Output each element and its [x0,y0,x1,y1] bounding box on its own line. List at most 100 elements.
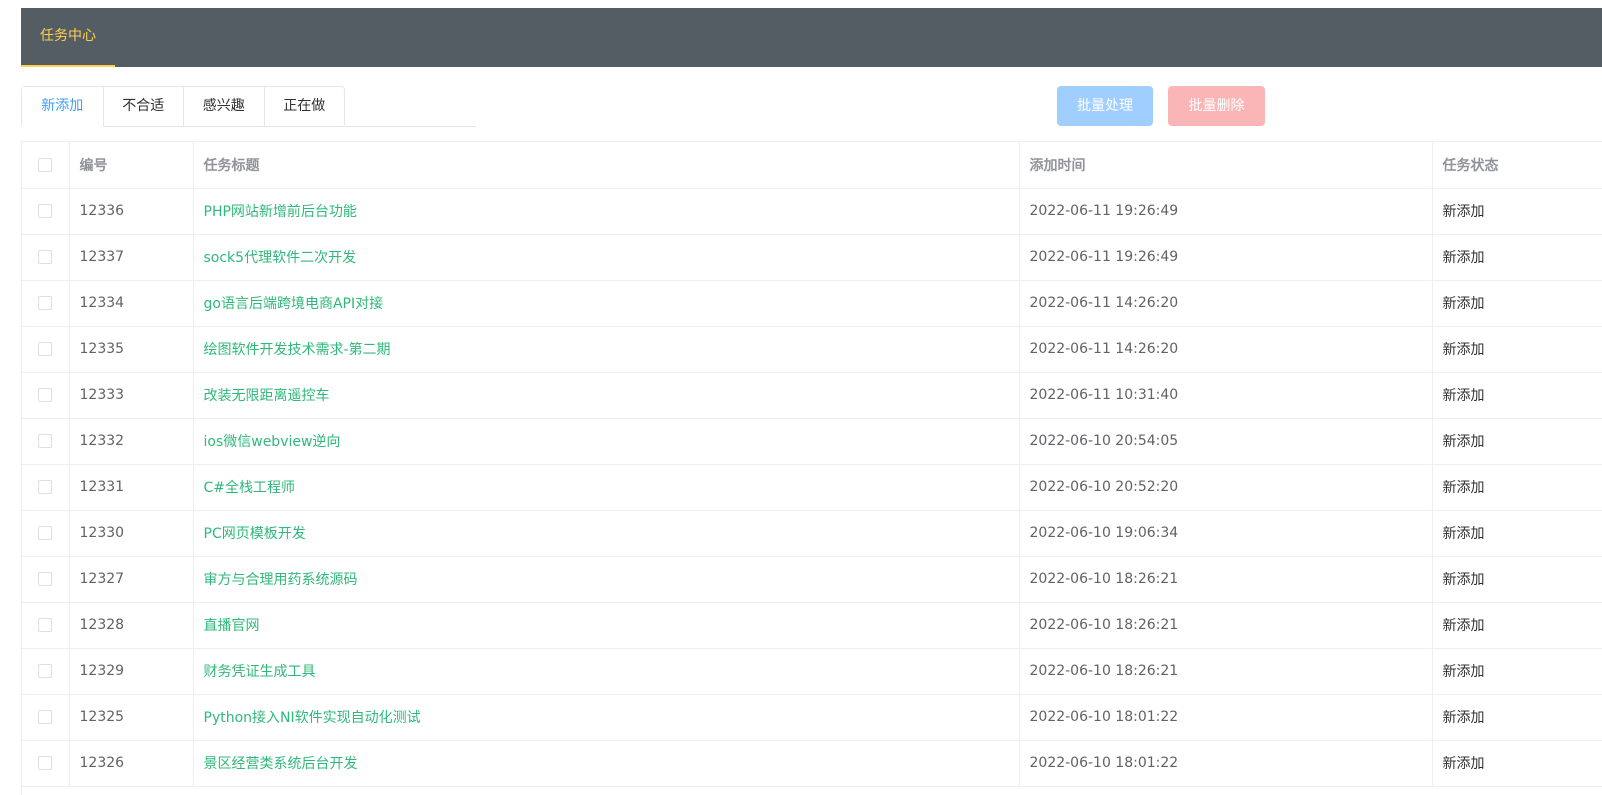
table-row[interactable]: 12334 go语言后端跨境电商API对接 2022-06-11 14:26:20 新… [22,280,1602,327]
task-id-cell: 12329 [69,648,194,695]
task-title-link[interactable]: Python接入NI软件实现自动化测试 [193,694,1020,741]
table-row[interactable]: 12327 审方与合理用药系统源码 2022-06-10 18:26:21 新添加 [22,556,1602,603]
header-title: 任务标题 [193,142,1020,189]
task-status-cell: 新添加 [1432,602,1602,649]
task-title-link[interactable]: 景区经营类系统后台开发 [193,740,1020,787]
row-select-cell [22,648,70,695]
task-status-cell: 新添加 [1432,280,1602,327]
tab-2[interactable]: 感兴趣 [183,87,264,126]
header-id: 编号 [69,142,194,189]
table-row[interactable]: 12337 sock5代理软件二次开发 2022-06-11 19:26:49 新添加 [22,234,1602,281]
table-row[interactable]: 12328 直播官网 2022-06-10 18:26:21 新添加 [22,602,1602,649]
table-row[interactable]: 12329 财务凭证生成工具 2022-06-10 18:26:21 新添加 [22,648,1602,695]
top-nav-bar: 任务中心 [21,8,1602,67]
header-time: 添加时间 [1019,142,1433,189]
task-title-link[interactable]: 直播官网 [193,602,1020,649]
row-checkbox[interactable] [38,664,53,678]
status-tabs: 新添加 不合适 感兴趣 正在做 [21,86,476,127]
table-row[interactable]: 12332 ios微信webview逆向 2022-06-10 20:54:05 新添… [22,418,1602,465]
task-time-cell: 2022-06-11 19:26:49 [1019,234,1433,281]
row-select-cell [22,694,70,741]
task-title-link[interactable]: ios微信webview逆向 [193,418,1020,465]
row-checkbox[interactable] [38,250,53,264]
task-status-cell: 新添加 [1432,234,1602,281]
task-time-cell: 2022-06-10 18:26:21 [1019,556,1433,603]
row-checkbox[interactable] [38,342,53,356]
task-title-link[interactable]: go语言后端跨境电商API对接 [193,280,1020,327]
task-time-cell: 2022-06-11 19:26:49 [1019,188,1433,235]
table-row[interactable]: 12326 景区经营类系统后台开发 2022-06-10 18:01:22 新添加 [22,740,1602,787]
table-row[interactable]: 12335 绘图软件开发技术需求-第二期 2022-06-11 14:26:20 新添… [22,326,1602,373]
row-checkbox[interactable] [38,618,53,632]
batch-process-button[interactable]: 批量处理 [1057,86,1153,126]
task-time-cell: 2022-06-10 18:01:22 [1019,694,1433,741]
task-title-link[interactable]: PHP网站新增前后台功能 [193,188,1020,235]
task-id-cell: 12336 [69,188,194,235]
row-select-cell [22,326,70,373]
row-select-cell [22,602,70,649]
row-select-cell [22,464,70,511]
task-status-cell: 新添加 [1432,510,1602,557]
task-status-cell: 新添加 [1432,648,1602,695]
table-row[interactable]: 12333 改装无限距离遥控车 2022-06-11 10:31:40 新添加 [22,372,1602,419]
task-id-cell: 12328 [69,602,194,649]
task-title-link[interactable]: C#全栈工程师 [193,464,1020,511]
table-header-row: 编号 任务标题 添加时间 任务状态 [22,142,1602,189]
task-time-cell: 2022-06-11 14:26:20 [1019,280,1433,327]
task-title-link[interactable]: PC网页模板开发 [193,510,1020,557]
row-checkbox[interactable] [38,756,53,770]
table-row[interactable]: 12336 PHP网站新增前后台功能 2022-06-11 19:26:49 新添加 [22,188,1602,235]
task-status-cell: 新添加 [1432,188,1602,235]
row-checkbox[interactable] [38,480,53,494]
task-time-cell: 2022-06-10 18:26:21 [1019,602,1433,649]
tab-0[interactable]: 新添加 [22,87,103,127]
select-all-cell [22,142,70,189]
task-time-cell: 2022-06-11 14:26:20 [1019,326,1433,373]
row-checkbox[interactable] [38,204,53,218]
task-time-cell: 2022-06-11 10:31:40 [1019,372,1433,419]
task-id-cell: 12333 [69,372,194,419]
row-checkbox[interactable] [38,388,53,402]
row-select-cell [22,372,70,419]
row-select-cell [22,510,70,557]
task-status-cell: 新添加 [1432,464,1602,511]
task-id-cell: 12326 [69,740,194,787]
task-time-cell: 2022-06-10 20:54:05 [1019,418,1433,465]
task-title-link[interactable]: 绘图软件开发技术需求-第二期 [193,326,1020,373]
row-checkbox[interactable] [38,526,53,540]
row-checkbox[interactable] [38,296,53,310]
tab-3[interactable]: 正在做 [263,87,345,126]
row-select-cell [22,234,70,281]
header-status: 任务状态 [1432,142,1602,189]
task-id-cell: 12335 [69,326,194,373]
task-title-link[interactable]: sock5代理软件二次开发 [193,234,1020,281]
row-select-cell [22,740,70,787]
row-checkbox[interactable] [38,434,53,448]
row-select-cell [22,280,70,327]
task-id-cell: 12330 [69,510,194,557]
row-select-cell [22,418,70,465]
row-checkbox[interactable] [38,572,53,586]
task-time-cell: 2022-06-10 18:01:22 [1019,740,1433,787]
task-title-link[interactable]: 审方与合理用药系统源码 [193,556,1020,603]
table-row[interactable]: 12331 C#全栈工程师 2022-06-10 20:52:20 新添加 [22,464,1602,511]
task-time-cell: 2022-06-10 19:06:34 [1019,510,1433,557]
nav-item-task-center[interactable]: 任务中心 [21,8,115,67]
row-checkbox[interactable] [38,710,53,724]
task-title-link[interactable]: 改装无限距离遥控车 [193,372,1020,419]
task-id-cell: 12334 [69,280,194,327]
task-title-link[interactable]: 财务凭证生成工具 [193,648,1020,695]
batch-delete-button[interactable]: 批量删除 [1168,86,1265,126]
task-status-cell: 新添加 [1432,326,1602,373]
tab-1[interactable]: 不合适 [102,87,184,126]
task-status-cell: 新添加 [1432,556,1602,603]
row-select-cell [22,188,70,235]
task-status-cell: 新添加 [1432,740,1602,787]
task-time-cell: 2022-06-10 20:52:20 [1019,464,1433,511]
select-all-checkbox[interactable] [38,157,53,172]
task-status-cell: 新添加 [1432,694,1602,741]
table-row[interactable]: 12330 PC网页模板开发 2022-06-10 19:06:34 新添加 [22,510,1602,557]
task-id-cell: 12331 [69,464,194,511]
table-row[interactable]: 12325 Python接入NI软件实现自动化测试 2022-06-10 18:01… [22,694,1602,741]
task-id-cell: 12327 [69,556,194,603]
